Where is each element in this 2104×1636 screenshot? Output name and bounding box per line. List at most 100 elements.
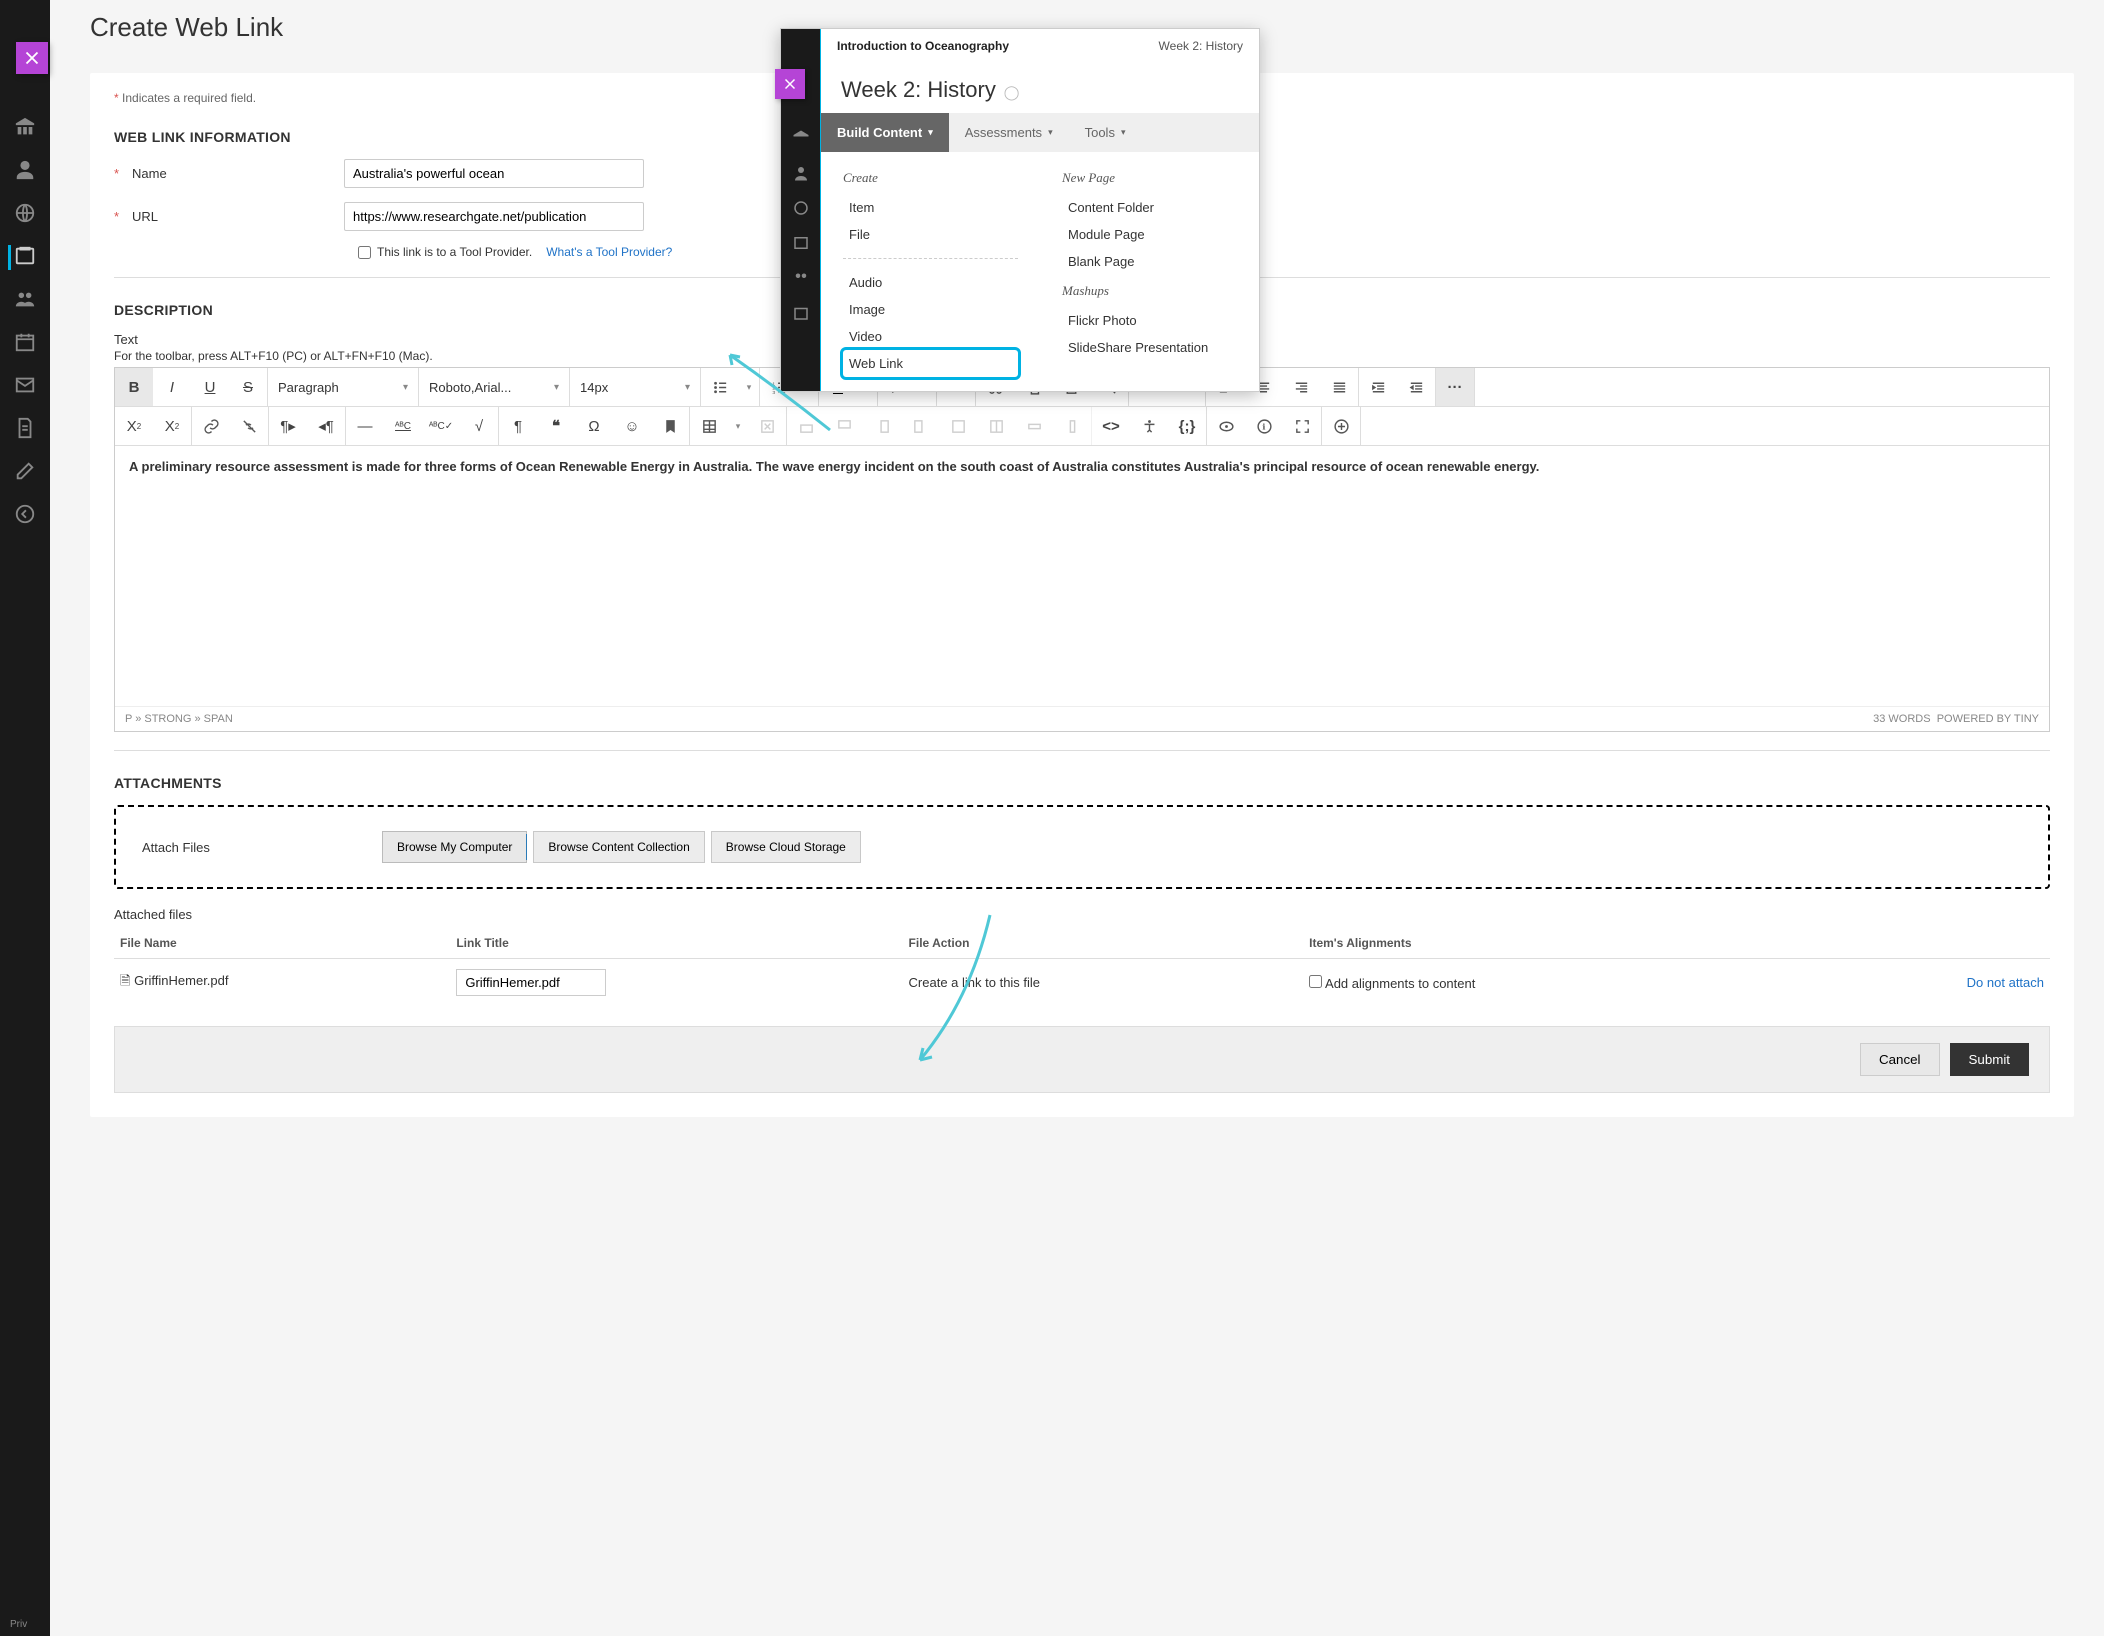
abbr-button[interactable]: ᴬᴮC [384,407,422,445]
unlink-button[interactable] [230,407,268,445]
browse-computer-button[interactable]: Browse My Computer [382,831,527,863]
font-size-select[interactable]: 14px▾ [570,368,700,406]
cancel-button[interactable]: Cancel [1860,1043,1940,1076]
do-not-attach-link[interactable]: Do not attach [1967,975,2044,990]
editor-content[interactable]: A preliminary resource assessment is mad… [115,446,2049,706]
name-input[interactable] [344,159,644,188]
pilcrow-button[interactable]: ¶ [499,407,537,445]
attach-dropzone[interactable]: Attach Files Browse My Computer Browse C… [114,805,2050,889]
indent-button[interactable] [1359,368,1397,406]
code-button[interactable]: <> [1092,407,1130,445]
align-right-button[interactable] [1282,368,1320,406]
crumb-course[interactable]: Introduction to Oceanography [837,39,1009,53]
split-cells-button[interactable] [977,407,1015,445]
menu-file[interactable]: File [843,221,1018,248]
file-action: Create a link to this file [903,959,1304,1007]
strike-button[interactable]: S [229,368,267,406]
mini-profile-icon[interactable] [792,164,810,185]
italic-button[interactable]: I [153,368,191,406]
superscript-button[interactable]: X2 [115,407,153,445]
nav-document-icon[interactable] [14,417,36,442]
tool-provider-help-link[interactable]: What's a Tool Provider? [546,245,672,259]
col-before-button[interactable] [863,407,901,445]
menu-flickr[interactable]: Flickr Photo [1062,307,1237,334]
mini-globe-icon[interactable] [792,199,810,220]
mini-groups-icon[interactable] [792,269,810,290]
nav-globe-icon[interactable] [14,202,36,227]
nav-courses-icon[interactable] [8,245,36,270]
spellcheck-button[interactable]: ᴬᴮC✓ [422,407,460,445]
emoji-button[interactable]: ☺ [613,407,651,445]
nav-compose-icon[interactable] [14,460,36,485]
bullet-list-button[interactable] [701,368,739,406]
bold-button[interactable]: B [115,368,153,406]
menu-audio[interactable]: Audio [843,269,1018,296]
nav-calendar-icon[interactable] [14,331,36,356]
delete-col-button[interactable] [1053,407,1091,445]
menu-module-page[interactable]: Module Page [1062,221,1237,248]
mini-courses-icon[interactable] [792,234,810,255]
nav-profile-icon[interactable] [14,159,36,184]
element-path[interactable]: P » STRONG » SPAN [125,713,233,725]
math-button[interactable]: √ [460,407,498,445]
ltr-button[interactable]: ¶▸ [269,407,307,445]
close-panel-button[interactable] [16,42,48,74]
nav-messages-icon[interactable] [14,374,36,399]
tool-provider-checkbox[interactable] [358,246,371,259]
hr-button[interactable]: — [346,407,384,445]
nav-institution-icon[interactable] [14,116,36,141]
nav-back-icon[interactable] [14,503,36,528]
link-title-input[interactable] [456,969,606,996]
anchor-button[interactable] [651,407,689,445]
menu-web-link[interactable]: Web Link [843,350,1018,377]
merge-cells-button[interactable] [939,407,977,445]
delete-row-button[interactable] [1015,407,1053,445]
url-input[interactable] [344,202,644,231]
preview-button[interactable] [1207,407,1245,445]
more-button[interactable]: ··· [1436,368,1474,406]
quote-button[interactable]: ❝ [537,407,575,445]
tab-build-content[interactable]: Build Content▾ [821,113,949,152]
submit-button[interactable]: Submit [1950,1043,2029,1076]
row-before-button[interactable] [787,407,825,445]
alignments-checkbox[interactable] [1309,975,1322,988]
table-row: 🗎 GriffinHemer.pdf Create a link to this… [114,959,2050,1007]
col-after-button[interactable] [901,407,939,445]
special-char-button[interactable]: Ω [575,407,613,445]
align-justify-button[interactable] [1320,368,1358,406]
url-label: URL [132,209,158,224]
outdent-button[interactable] [1397,368,1435,406]
nav-groups-icon[interactable] [14,288,36,313]
link-button[interactable] [192,407,230,445]
menu-blank-page[interactable]: Blank Page [1062,248,1237,275]
rtl-button[interactable]: ◂¶ [307,407,345,445]
tab-assessments[interactable]: Assessments▾ [949,113,1069,152]
bullet-list-caret[interactable]: ▾ [739,368,759,406]
fullscreen-button[interactable] [1283,407,1321,445]
menu-item[interactable]: Item [843,194,1018,221]
browse-cloud-button[interactable]: Browse Cloud Storage [711,831,861,863]
table-caret[interactable]: ▾ [728,407,748,445]
crumb-page[interactable]: Week 2: History [1159,39,1243,53]
visibility-icon[interactable]: ◯ [1000,84,1020,100]
row-after-button[interactable] [825,407,863,445]
mini-institution-icon[interactable] [792,129,810,150]
accessibility-button[interactable] [1130,407,1168,445]
subscript-button[interactable]: X2 [153,407,191,445]
block-format-select[interactable]: Paragraph▾ [268,368,418,406]
mini-calendar-icon[interactable] [792,304,810,325]
menu-content-folder[interactable]: Content Folder [1062,194,1237,221]
add-content-button[interactable] [1322,407,1360,445]
tab-tools[interactable]: Tools▾ [1069,113,1142,152]
code-sample-button[interactable]: {;} [1168,407,1206,445]
help-button[interactable]: ℹ [1245,407,1283,445]
underline-button[interactable]: U [191,368,229,406]
menu-video[interactable]: Video [843,323,1018,350]
font-family-select[interactable]: Roboto,Arial...▾ [419,368,569,406]
menu-image[interactable]: Image [843,296,1018,323]
table-button[interactable] [690,407,728,445]
table-delete-button[interactable] [748,407,786,445]
popover-close-button[interactable] [775,69,805,99]
browse-collection-button[interactable]: Browse Content Collection [533,831,704,863]
menu-slideshare[interactable]: SlideShare Presentation [1062,334,1237,361]
